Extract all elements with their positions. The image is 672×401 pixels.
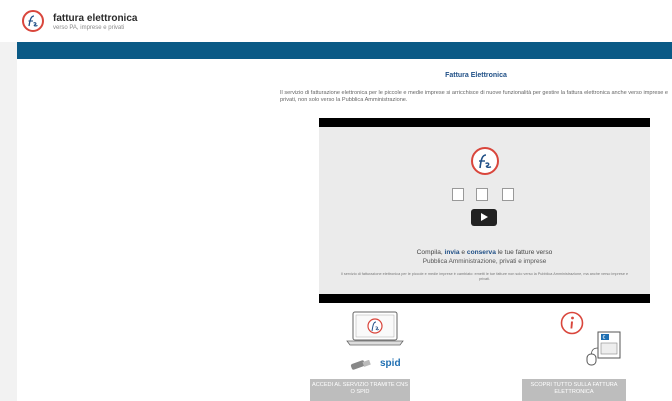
header: fattura elettronica verso PA, imprese e …: [0, 0, 672, 42]
brand-subtitle: verso PA, imprese e privati: [53, 25, 125, 31]
headline-text: Compila,: [416, 249, 445, 256]
spid-logo: spid: [380, 358, 401, 369]
fe-logo-icon[interactable]: [22, 10, 44, 32]
navigation-bar: [17, 42, 672, 59]
svg-text:€: €: [603, 335, 606, 341]
headline-text: le tue fatture verso: [495, 249, 553, 256]
video-headline: Compila, invia e conserva le tue fatture…: [319, 249, 650, 256]
page-description: Il servizio di fatturazione elettronica …: [280, 90, 669, 103]
laptop-icon: [346, 311, 404, 346]
cash-register-icon: €: [586, 331, 621, 366]
video-caption: Il servizio di fatturazione elettronica …: [340, 272, 629, 281]
video-thumbnail[interactable]: Compila, invia e conserva le tue fatture…: [319, 127, 650, 294]
page-title: Fattura Elettronica: [445, 72, 507, 79]
headline-text: e: [459, 249, 467, 256]
headline-conserva: conserva: [466, 249, 496, 256]
document-icon: [476, 188, 488, 201]
headline-invia: invia: [444, 249, 460, 256]
left-gutter: [0, 42, 17, 401]
discover-e-invoice-button[interactable]: SCOPRI TUTTO SULLA FATTURA ELETTRONICA: [522, 379, 626, 401]
brand-title: fattura elettronica: [53, 13, 138, 24]
access-service-button[interactable]: ACCEDI AL SERVIZIO TRAMITE CNS O SPID: [310, 379, 410, 401]
usb-key-icon: [350, 360, 371, 370]
document-icon: [502, 188, 514, 201]
video-headline-line2: Pubblica Amministrazione, privati e impr…: [422, 258, 547, 265]
fe-logo-icon: [471, 147, 499, 175]
video-player[interactable]: Compila, invia e conserva le tue fatture…: [319, 118, 650, 303]
info-icon: [560, 311, 584, 335]
play-button[interactable]: [471, 209, 497, 226]
document-icon: [452, 188, 464, 201]
